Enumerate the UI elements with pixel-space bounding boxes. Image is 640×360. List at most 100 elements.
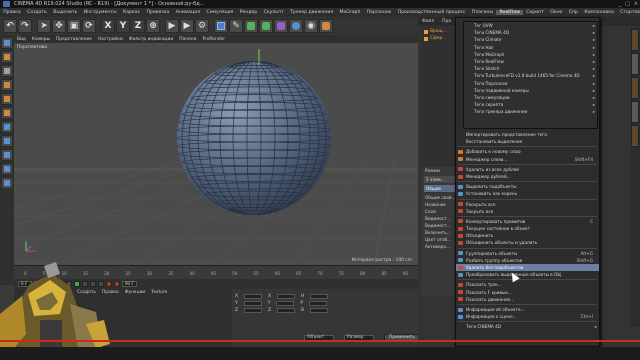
context-menu-item[interactable]: Импортировать представление тега bbox=[456, 131, 599, 138]
deformer-button[interactable] bbox=[274, 19, 288, 33]
menu-item-16[interactable]: Скрипт bbox=[523, 10, 547, 15]
viewport-menu-item-4[interactable]: Фильтр индикации bbox=[126, 37, 176, 42]
context-menu-item[interactable]: Теги CINEMA 4D ▸ bbox=[456, 323, 599, 330]
make-editable-button[interactable] bbox=[1, 37, 13, 49]
coordinate-field[interactable] bbox=[310, 308, 329, 313]
menu-item-2[interactable]: Выделить bbox=[50, 10, 80, 15]
minimize-button[interactable]: _ bbox=[619, 0, 622, 8]
menu-item-14[interactable]: Плагины bbox=[469, 10, 497, 15]
coordinate-field[interactable] bbox=[243, 301, 262, 306]
polygons-mode-button[interactable] bbox=[1, 121, 13, 133]
context-menu-item[interactable]: Закрыть все bbox=[456, 208, 599, 215]
context-menu-item[interactable]: Восстановить выделение bbox=[456, 138, 599, 145]
redo-button[interactable]: ↷ bbox=[18, 19, 32, 33]
context-menu-item[interactable]: Текущее состояние в объект bbox=[456, 225, 599, 232]
z-axis-toggle[interactable]: Z bbox=[131, 19, 145, 33]
vertical-tab-structure[interactable] bbox=[631, 77, 639, 99]
menu-item-17[interactable]: Окно bbox=[547, 10, 566, 15]
coordinate-field[interactable] bbox=[276, 301, 295, 306]
subdivision-button[interactable] bbox=[244, 19, 258, 33]
render-settings-button[interactable]: ⚙ bbox=[195, 19, 209, 33]
coordinate-field[interactable] bbox=[277, 308, 296, 313]
submenu-item[interactable]: Теги скрипта ▸ bbox=[464, 101, 597, 108]
render-view-button[interactable]: ▶ bbox=[165, 19, 179, 33]
uv-mode-button[interactable] bbox=[1, 135, 13, 147]
coordinate-system-button[interactable]: ⊕ bbox=[146, 19, 160, 33]
menu-item-10[interactable]: Трекер движения bbox=[287, 10, 337, 15]
lock-workplane-button[interactable] bbox=[1, 163, 13, 175]
submenu-item[interactable]: Теги RealFlow ▸ bbox=[464, 58, 597, 65]
scale-tool-button[interactable]: ▣ bbox=[67, 19, 81, 33]
context-menu-item[interactable]: Менеджер слоев... Shift+F4 bbox=[456, 156, 599, 163]
menu-item-8[interactable]: Рендер bbox=[237, 10, 261, 15]
undo-button[interactable]: ↶ bbox=[3, 19, 17, 33]
menu-item-9[interactable]: Скульпт bbox=[260, 10, 286, 15]
context-menu-item[interactable]: Показать трэк... bbox=[456, 281, 599, 288]
vertical-tab-objects[interactable] bbox=[631, 29, 639, 51]
context-menu-item[interactable]: Менеджер дублей... bbox=[456, 173, 599, 180]
menu-item-18[interactable]: Спр bbox=[566, 10, 582, 15]
context-menu-item[interactable]: Информация об объекте... bbox=[456, 306, 599, 313]
edges-mode-button[interactable] bbox=[1, 107, 13, 119]
menu-item-1[interactable]: Создать bbox=[24, 10, 50, 15]
submenu-item[interactable]: Тег UVW ▸ bbox=[464, 22, 597, 29]
menu-item-12[interactable]: Персонаж bbox=[364, 10, 395, 15]
coordinate-field[interactable] bbox=[310, 294, 329, 299]
end-frame-field[interactable]: 90 F bbox=[122, 281, 137, 287]
menu-item-15[interactable]: RealFlow bbox=[496, 10, 524, 15]
vertical-tab-attributes[interactable] bbox=[631, 101, 639, 123]
viewport-menu-item-2[interactable]: Представление bbox=[53, 37, 95, 42]
submenu-item[interactable]: Теги MoGraph ▸ bbox=[464, 51, 597, 58]
context-menu-item[interactable]: Объединить bbox=[456, 232, 599, 239]
menu-item-0[interactable]: Правка bbox=[0, 10, 24, 15]
menu-item-11[interactable]: MoGraph bbox=[336, 10, 363, 15]
viewport-menu-item-5[interactable]: Панели bbox=[176, 37, 199, 42]
cube-primitive-button[interactable] bbox=[214, 19, 228, 33]
close-button[interactable]: × bbox=[634, 0, 638, 8]
menu-item-7[interactable]: Симуляция bbox=[203, 10, 236, 15]
workplane-button[interactable] bbox=[1, 79, 13, 91]
menu-item-5[interactable]: Привязка bbox=[143, 10, 172, 15]
move-tool-button[interactable]: ✥ bbox=[52, 19, 66, 33]
object-menu-file[interactable]: Файл bbox=[418, 19, 438, 24]
material-menu-item-3[interactable]: Texture bbox=[148, 290, 170, 295]
menu-item-20[interactable]: Стартовое bbox=[617, 10, 640, 15]
context-menu-item[interactable]: Преобразовать выделенные объекты в Obj bbox=[456, 271, 599, 278]
menu-item-19[interactable]: Компоновка bbox=[581, 10, 617, 15]
context-menu-item[interactable]: Показать F кривые... bbox=[456, 289, 599, 296]
light-button[interactable] bbox=[319, 19, 333, 33]
context-menu-item[interactable]: Показать движение... bbox=[456, 296, 599, 303]
viewport-menu-item-1[interactable]: Камеры bbox=[29, 37, 53, 42]
viewport-menu-item-6[interactable]: ProRender bbox=[199, 37, 228, 42]
submenu-item[interactable]: Теги подвижной камеры ▸ bbox=[464, 87, 597, 94]
y-axis-toggle[interactable]: Y bbox=[116, 19, 130, 33]
x-axis-toggle[interactable]: X bbox=[101, 19, 115, 33]
submenu-item[interactable]: Теги CINEMA 4D ▸ bbox=[464, 29, 597, 36]
model-mode-button[interactable] bbox=[1, 51, 13, 63]
object-menu-edit[interactable]: Пра bbox=[438, 19, 455, 24]
submenu-item[interactable]: Теги симуляции ▸ bbox=[464, 94, 597, 101]
context-menu-item[interactable]: Удалить из всех дублей bbox=[456, 166, 599, 173]
vertical-tab-layers[interactable] bbox=[631, 125, 639, 147]
array-button[interactable] bbox=[259, 19, 273, 33]
texture-mode-button[interactable] bbox=[1, 65, 13, 77]
menu-item-3[interactable]: Инструменты bbox=[81, 10, 120, 15]
menu-item-6[interactable]: Анимация bbox=[173, 10, 204, 15]
context-menu-item[interactable]: Установить как корень bbox=[456, 190, 599, 197]
vertical-tab-content-browser[interactable] bbox=[631, 53, 639, 75]
menu-item-13[interactable]: Производственный процесс bbox=[394, 10, 468, 15]
context-menu-item[interactable]: Группировать объекты Alt+G bbox=[456, 250, 599, 257]
coordinate-field[interactable] bbox=[309, 301, 328, 306]
render-picture-viewer-button[interactable]: ▶ bbox=[180, 19, 194, 33]
submenu-item[interactable]: Теги Hair ▸ bbox=[464, 44, 597, 51]
context-menu-item[interactable]: Конвертировать примитив C bbox=[456, 218, 599, 225]
sphere-object[interactable] bbox=[177, 61, 331, 215]
menu-item-4[interactable]: Каркас bbox=[120, 10, 143, 15]
coordinate-field[interactable] bbox=[244, 308, 263, 313]
submenu-item[interactable]: Теги трекера движения ▸ bbox=[464, 108, 597, 115]
pen-spline-button[interactable]: ✎ bbox=[229, 19, 243, 33]
context-menu-item[interactable]: Информация о сцене... Ctrl+I bbox=[456, 313, 599, 320]
floor-button[interactable] bbox=[289, 19, 303, 33]
snap-button[interactable] bbox=[1, 149, 13, 161]
perspective-viewport[interactable]: Перспектива Интервал растра : 100 cm bbox=[14, 43, 418, 265]
